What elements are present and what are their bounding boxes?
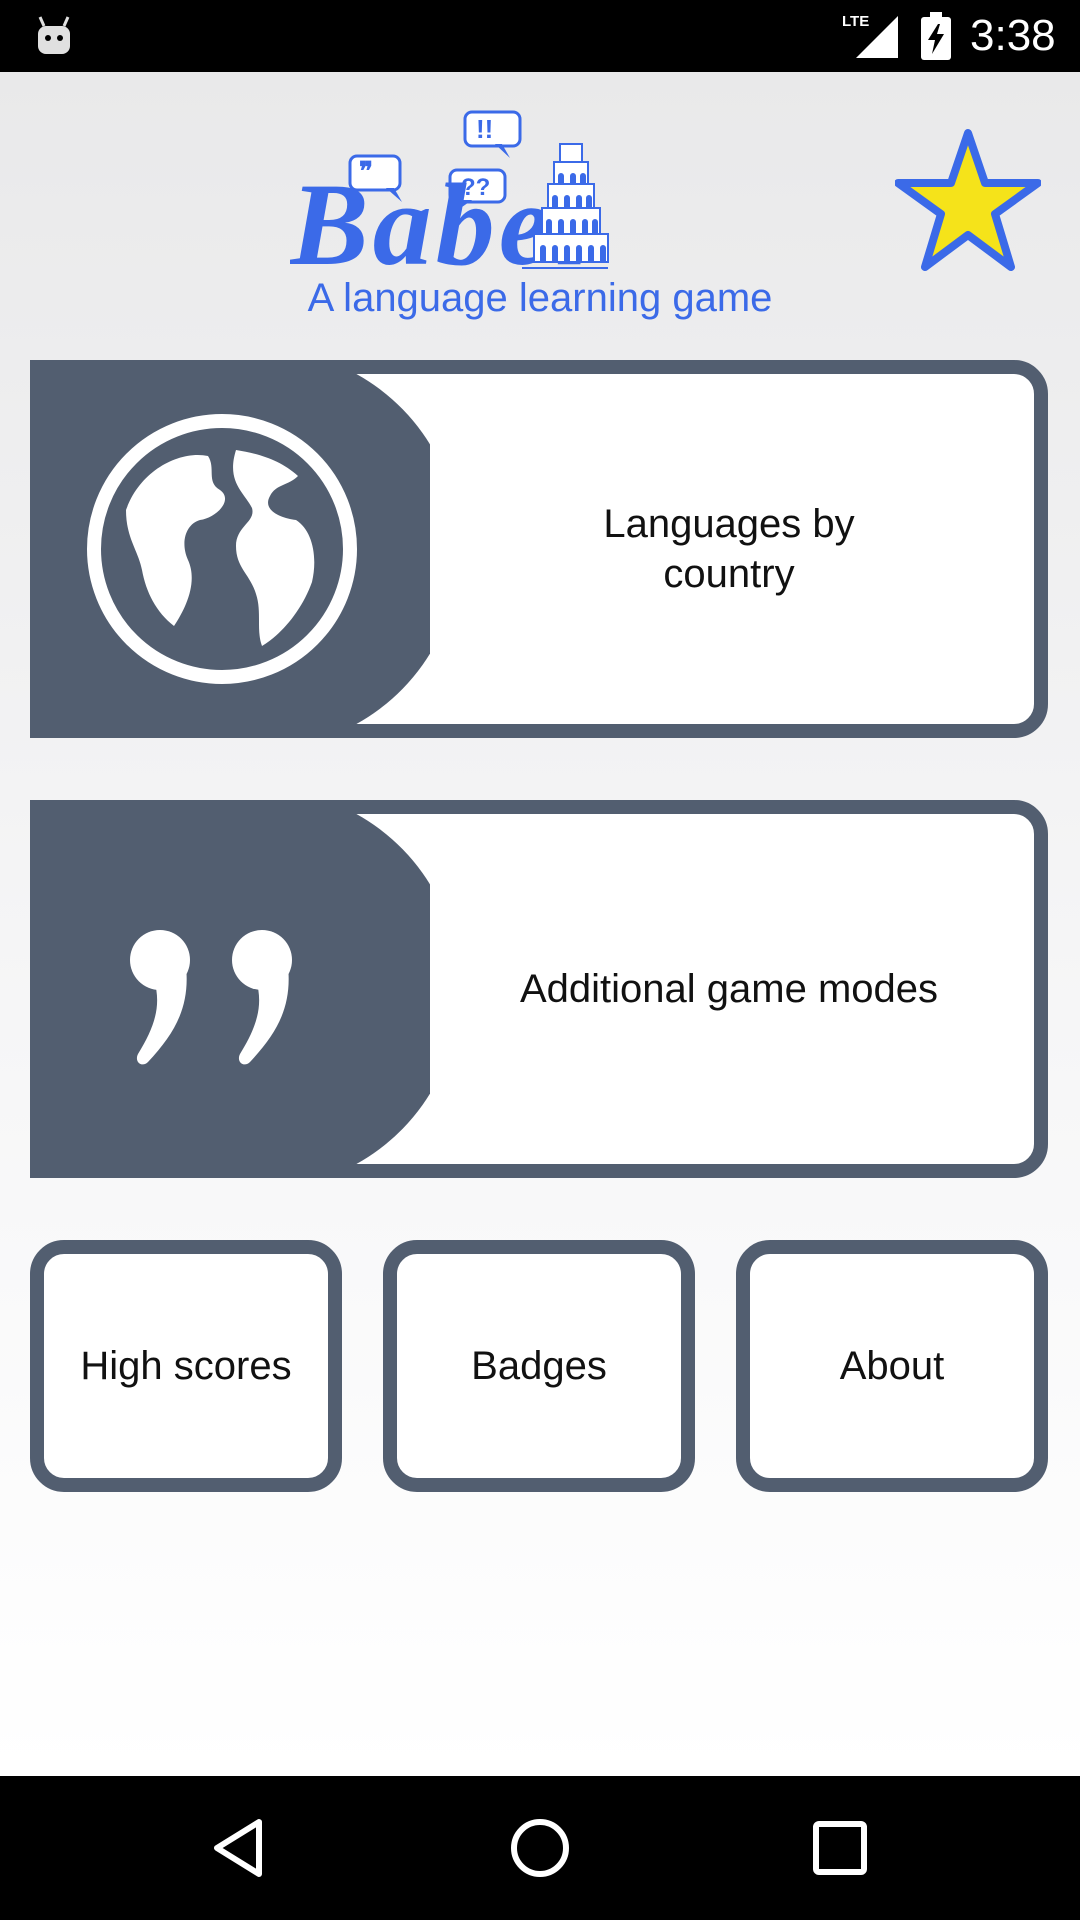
navigation-bar [0, 1776, 1080, 1920]
status-time: 3:38 [970, 11, 1056, 60]
battery-charging-icon [921, 12, 951, 60]
about-label: About [839, 1343, 945, 1388]
quote-icon [44, 814, 430, 1164]
babel-logo: ❞ !! ?? Babel [290, 110, 609, 272]
back-icon[interactable] [209, 1816, 273, 1880]
star-icon[interactable] [895, 127, 1041, 273]
android-icon [38, 16, 70, 54]
about-button[interactable]: About [736, 1240, 1048, 1492]
high-scores-button[interactable]: High scores [30, 1240, 342, 1492]
languages-by-country-button[interactable]: Languages by country [30, 360, 1048, 738]
home-icon[interactable] [508, 1816, 572, 1880]
badges-button[interactable]: Badges [383, 1240, 695, 1492]
network-label: LTE [842, 13, 869, 30]
logo-bubble-exclaim: !! [476, 114, 493, 144]
additional-game-modes-button[interactable]: Additional game modes [30, 800, 1048, 1178]
badges-label: Badges [471, 1343, 607, 1388]
high-scores-label: High scores [80, 1343, 292, 1388]
lte-signal-icon: LTE [842, 13, 898, 58]
languages-by-country-label: Languages by country [603, 502, 855, 596]
recents-icon[interactable] [808, 1816, 872, 1880]
status-bar: LTE 3:38 [0, 0, 1080, 72]
globe-icon [44, 374, 430, 724]
additional-game-modes-label: Additional game modes [519, 967, 939, 1011]
main-screen: ❞ !! ?? Babel A language learning game L… [0, 72, 1080, 1776]
app-tagline: A language learning game [307, 276, 773, 320]
